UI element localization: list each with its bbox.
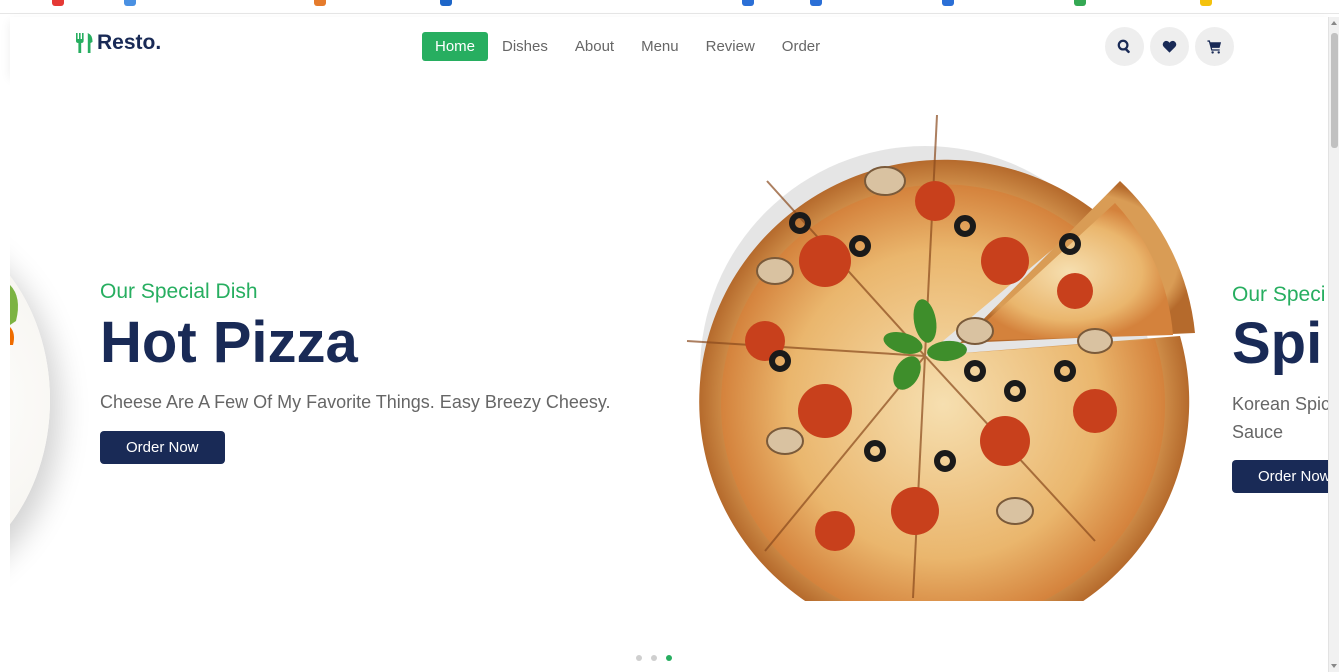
nav-home[interactable]: Home [422, 32, 489, 61]
pizza-image [686, 114, 1195, 601]
previous-slide-image [10, 220, 50, 580]
utensils-icon [76, 33, 93, 53]
current-slide-content: Our Special Dish Hot Pizza Cheese Are A … [100, 280, 611, 464]
hero-slider: Our Special Dish Hot Pizza Cheese Are A … [10, 75, 1328, 672]
next-slide-subtitle: Our Speci [1232, 283, 1326, 306]
garnish-leaf-image [10, 285, 18, 345]
pagination-dot[interactable] [636, 655, 642, 661]
order-now-button[interactable]: Order Now [100, 431, 225, 464]
pagination-dot-active[interactable] [666, 655, 672, 661]
next-order-now-button[interactable]: Order Now [1232, 460, 1328, 493]
site-header: Resto. Home Dishes About Menu Review Ord… [10, 17, 1328, 75]
nav-order[interactable]: Order [769, 32, 833, 61]
nav-review[interactable]: Review [693, 32, 768, 61]
nav-about[interactable]: About [562, 32, 627, 61]
cart-icon [1207, 40, 1222, 54]
nav-dishes[interactable]: Dishes [489, 32, 561, 61]
brand-name: Resto. [97, 31, 162, 54]
header-icons [1105, 27, 1240, 66]
bookmark-icon[interactable] [742, 0, 754, 6]
bookmark-icon[interactable] [1074, 0, 1086, 6]
scroll-up-icon[interactable] [1331, 21, 1337, 25]
slide-description: Cheese Are A Few Of My Favorite Things. … [100, 392, 611, 412]
scroll-down-icon[interactable] [1331, 664, 1337, 668]
next-slide-content: Our Speci Spi Korean Spic Sauce Order No… [1232, 283, 1328, 493]
slide-title: Hot Pizza [100, 310, 358, 375]
logo[interactable]: Resto. [74, 31, 161, 55]
wishlist-button[interactable] [1150, 27, 1189, 66]
bookmark-icon[interactable] [440, 0, 452, 6]
bookmarks-bar [0, 0, 1339, 14]
slider-pagination [636, 655, 681, 661]
heart-icon [1162, 40, 1177, 53]
page-scrollbar[interactable] [1328, 17, 1339, 672]
bookmark-icon[interactable] [124, 0, 136, 6]
bookmark-icon[interactable] [1200, 0, 1212, 6]
next-slide-description: Korean Spic Sauce [1232, 394, 1328, 442]
cart-button[interactable] [1195, 27, 1234, 66]
slide-subtitle: Our Special Dish [100, 280, 258, 303]
bookmark-icon[interactable] [810, 0, 822, 6]
pagination-dot[interactable] [651, 655, 657, 661]
nav-menu[interactable]: Menu [628, 32, 692, 61]
scrollbar-thumb[interactable] [1331, 33, 1338, 148]
search-icon [1117, 39, 1130, 54]
bookmark-icon[interactable] [942, 0, 954, 6]
search-button[interactable] [1105, 27, 1144, 66]
main-nav: Home Dishes About Menu Review Order [422, 32, 834, 61]
bookmark-icon[interactable] [314, 0, 326, 6]
next-slide-title: Spi [1232, 311, 1323, 376]
bookmark-icon[interactable] [52, 0, 64, 6]
